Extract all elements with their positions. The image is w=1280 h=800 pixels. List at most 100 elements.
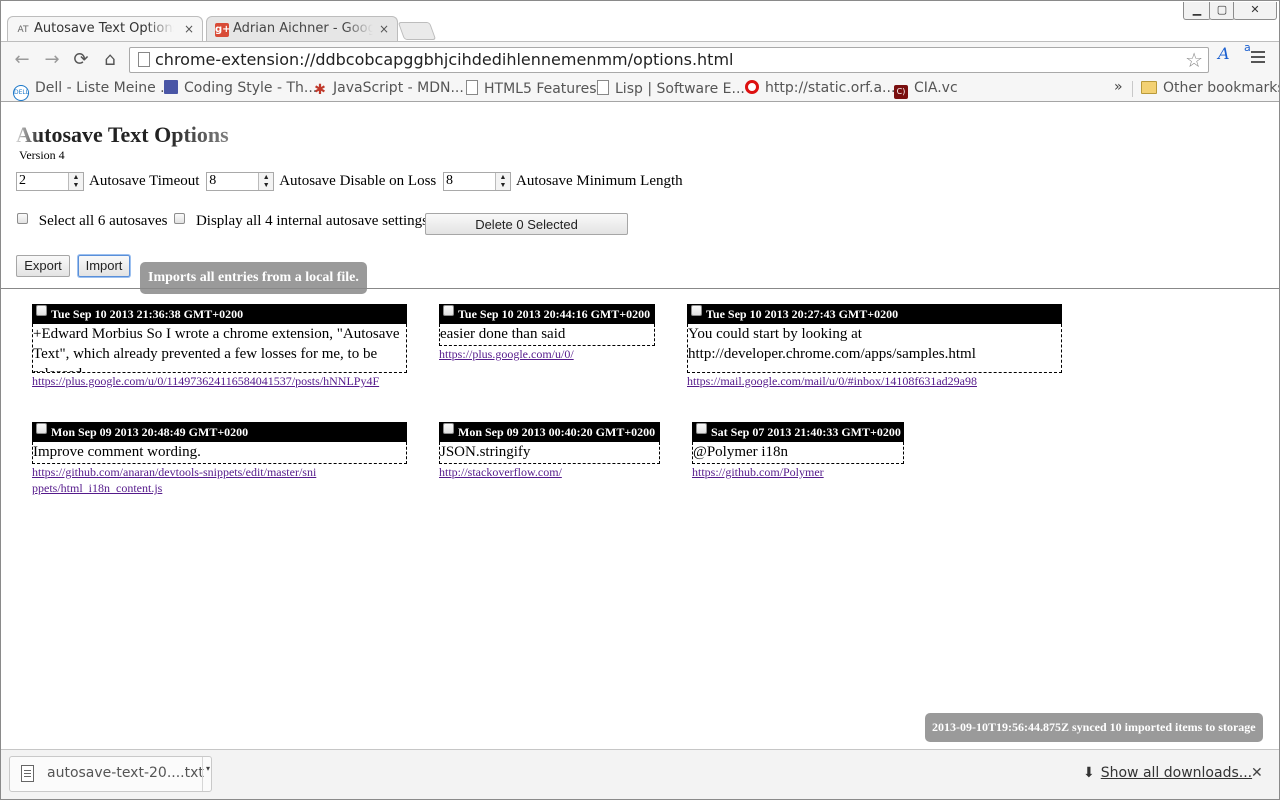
bookmark-lisp[interactable]: Lisp | Software E...: [597, 80, 745, 98]
bookmark-mdn[interactable]: ✱ JavaScript - MDN...: [313, 80, 464, 98]
entry-link[interactable]: https://github.com/anaran/devtools-snipp…: [32, 464, 322, 496]
minimum-length-stepper[interactable]: 8 ▲ ▼: [443, 172, 511, 191]
back-arrow-icon[interactable]: ←: [11, 49, 33, 71]
delete-selected-button[interactable]: Delete 0 Selected: [425, 213, 628, 235]
other-bookmarks-label: Other bookmarks: [1163, 80, 1280, 96]
stepper-arrows-icon[interactable]: ▲ ▼: [258, 173, 274, 190]
stepper-value[interactable]: 8: [209, 173, 216, 189]
minimum-length-label: Autosave Minimum Length: [516, 173, 683, 189]
folder-icon: [1141, 81, 1157, 94]
url-text[interactable]: chrome-extension://ddbcobcapggbhjcihdedi…: [155, 50, 733, 69]
entry-text[interactable]: You could start by looking at http://dev…: [687, 324, 1062, 373]
disable-on-loss-stepper[interactable]: 8 ▲ ▼: [206, 172, 275, 191]
entry-checkbox[interactable]: [443, 423, 454, 434]
forward-arrow-icon[interactable]: →: [41, 49, 63, 71]
address-bar[interactable]: chrome-extension://ddbcobcapggbhjcihdedi…: [129, 47, 1209, 73]
tab-autosave-options[interactable]: AT Autosave Text Options ×: [7, 16, 203, 43]
entry-checkbox[interactable]: [36, 423, 47, 434]
tab-close-icon[interactable]: ×: [184, 22, 194, 36]
bookmark-label: CIA.vc: [914, 80, 958, 96]
entry-link[interactable]: https://plus.google.com/u/0/: [439, 346, 655, 362]
autosave-entry: Tue Sep 10 2013 20:44:16 GMT+0200 easier…: [439, 304, 655, 362]
entry-header: Tue Sep 10 2013 20:44:16 GMT+0200: [439, 304, 655, 324]
entry-date: Mon Sep 09 2013 20:48:49 GMT+0200: [51, 425, 249, 439]
tab-title: Adrian Aichner - Google+: [233, 21, 373, 36]
bookmark-cia[interactable]: C) CIA.vc: [894, 80, 958, 99]
stepper-value[interactable]: 8: [446, 173, 453, 189]
other-bookmarks[interactable]: Other bookmarks: [1141, 80, 1280, 98]
page-icon: [138, 52, 150, 67]
stepper-arrows-icon[interactable]: ▲ ▼: [495, 173, 510, 190]
settings-row: 2 ▲ ▼ Autosave Timeout 8 ▲ ▼ Autosave Disable …: [16, 172, 686, 194]
google-plus-favicon-icon: g+: [215, 23, 231, 37]
close-icon[interactable]: ✕: [1251, 765, 1263, 781]
download-shelf: autosave-text-20....txt ▾ ⬇ Show all down…: [1, 749, 1279, 799]
entry-date: Tue Sep 10 2013 20:27:43 GMT+0200: [706, 307, 899, 321]
extension-badge-icon[interactable]: a: [1244, 41, 1251, 54]
bookmark-coding-style[interactable]: Coding Style - Th...: [164, 80, 317, 98]
bookmark-star-icon[interactable]: ☆: [1185, 48, 1203, 72]
coding-style-icon: [164, 80, 178, 94]
entry-header: Sat Sep 07 2013 21:40:33 GMT+0200: [692, 422, 904, 442]
new-tab-button[interactable]: [397, 22, 437, 40]
bookmarks-overflow-icon[interactable]: »: [1114, 79, 1123, 95]
bookmark-label: Dell - Liste Meine ...: [35, 80, 174, 96]
bookmark-orf[interactable]: http://static.orf.a...: [745, 80, 895, 98]
bookmarks-divider: [1132, 81, 1133, 97]
select-all-checkbox[interactable]: [17, 213, 28, 224]
autosave-entry: Mon Sep 09 2013 00:40:20 GMT+0200 JSON.s…: [439, 422, 660, 480]
extension-icon[interactable]: A: [1218, 44, 1230, 63]
entry-link[interactable]: https://github.com/Polymer: [692, 464, 904, 480]
entry-text[interactable]: @Polymer i18n: [692, 442, 904, 464]
bookmark-dell[interactable]: DELL Dell - Liste Meine ...: [13, 80, 174, 101]
entry-text[interactable]: JSON.stringify: [439, 442, 660, 464]
entry-checkbox[interactable]: [36, 305, 47, 316]
reload-icon[interactable]: ⟳: [70, 49, 92, 71]
timeout-stepper[interactable]: 2 ▲ ▼: [16, 172, 84, 191]
bookmark-label: HTML5 Features: [484, 81, 597, 97]
entry-checkbox[interactable]: [696, 423, 707, 434]
entry-date: Sat Sep 07 2013 21:40:33 GMT+0200: [711, 425, 901, 439]
entry-date: Tue Sep 10 2013 21:36:38 GMT+0200: [51, 307, 244, 321]
autosave-entry: Sat Sep 07 2013 21:40:33 GMT+0200 @Polym…: [692, 422, 904, 480]
text-file-icon: [21, 765, 34, 782]
close-window-button[interactable]: ✕: [1233, 2, 1277, 20]
entry-text[interactable]: Improve comment wording.: [32, 442, 407, 464]
tab-google-plus[interactable]: g+ Adrian Aichner - Google+ ×: [206, 16, 398, 42]
minimize-button[interactable]: ▁: [1183, 2, 1211, 20]
home-icon[interactable]: ⌂: [99, 49, 121, 71]
mdn-icon: ✱: [314, 82, 326, 98]
entry-text[interactable]: easier done than said: [439, 324, 655, 346]
bookmark-html5-features[interactable]: HTML5 Features: [466, 80, 597, 98]
entry-header: Tue Sep 10 2013 21:36:38 GMT+0200: [32, 304, 407, 324]
select-all-label: Select all 6 autosaves: [38, 213, 168, 230]
download-divider: [202, 757, 203, 791]
entry-link[interactable]: https://mail.google.com/mail/u/0/#inbox/…: [687, 373, 1062, 389]
entry-date: Tue Sep 10 2013 20:44:16 GMT+0200: [458, 307, 651, 321]
tab-close-icon[interactable]: ×: [379, 22, 389, 36]
stepper-value[interactable]: 2: [19, 173, 26, 189]
display-internal-checkbox[interactable]: [174, 213, 186, 224]
tab-title: Autosave Text Options: [34, 21, 174, 36]
maximize-button[interactable]: ▢: [1209, 2, 1235, 20]
download-item[interactable]: autosave-text-20....txt ▾: [9, 756, 212, 792]
entry-link[interactable]: https://plus.google.com/u/0/114973624116…: [32, 373, 407, 389]
export-button[interactable]: Export: [16, 255, 70, 277]
entry-text[interactable]: +Edward Morbius So I wrote a chrome exte…: [32, 324, 407, 373]
entry-checkbox[interactable]: [443, 305, 454, 316]
select-row: Select all 6 autosaves Display all 4 int…: [17, 213, 431, 237]
stepper-arrows-icon[interactable]: ▲ ▼: [68, 173, 83, 190]
entry-checkbox[interactable]: [691, 305, 702, 316]
show-all-downloads[interactable]: ⬇ Show all downloads...: [1083, 765, 1252, 781]
entry-link[interactable]: http://stackoverflow.com/: [439, 464, 660, 480]
chrome-menu-icon[interactable]: [1251, 51, 1265, 66]
import-button[interactable]: Import: [78, 255, 130, 277]
browser-window: AT Autosave Text Options × g+ Adrian Aic…: [0, 0, 1280, 800]
page-title: Autosave Text Options: [16, 122, 229, 147]
options-page: Autosave Text Options Version 4 2 ▲ ▼ Autos…: [1, 102, 1279, 749]
bookmark-label: JavaScript - MDN...: [333, 80, 464, 96]
cia-icon: C): [894, 85, 908, 99]
chevron-down-icon[interactable]: ▾: [206, 764, 210, 773]
download-filename[interactable]: autosave-text-20....txt: [47, 765, 204, 781]
show-all-downloads-link[interactable]: Show all downloads...: [1101, 765, 1252, 781]
